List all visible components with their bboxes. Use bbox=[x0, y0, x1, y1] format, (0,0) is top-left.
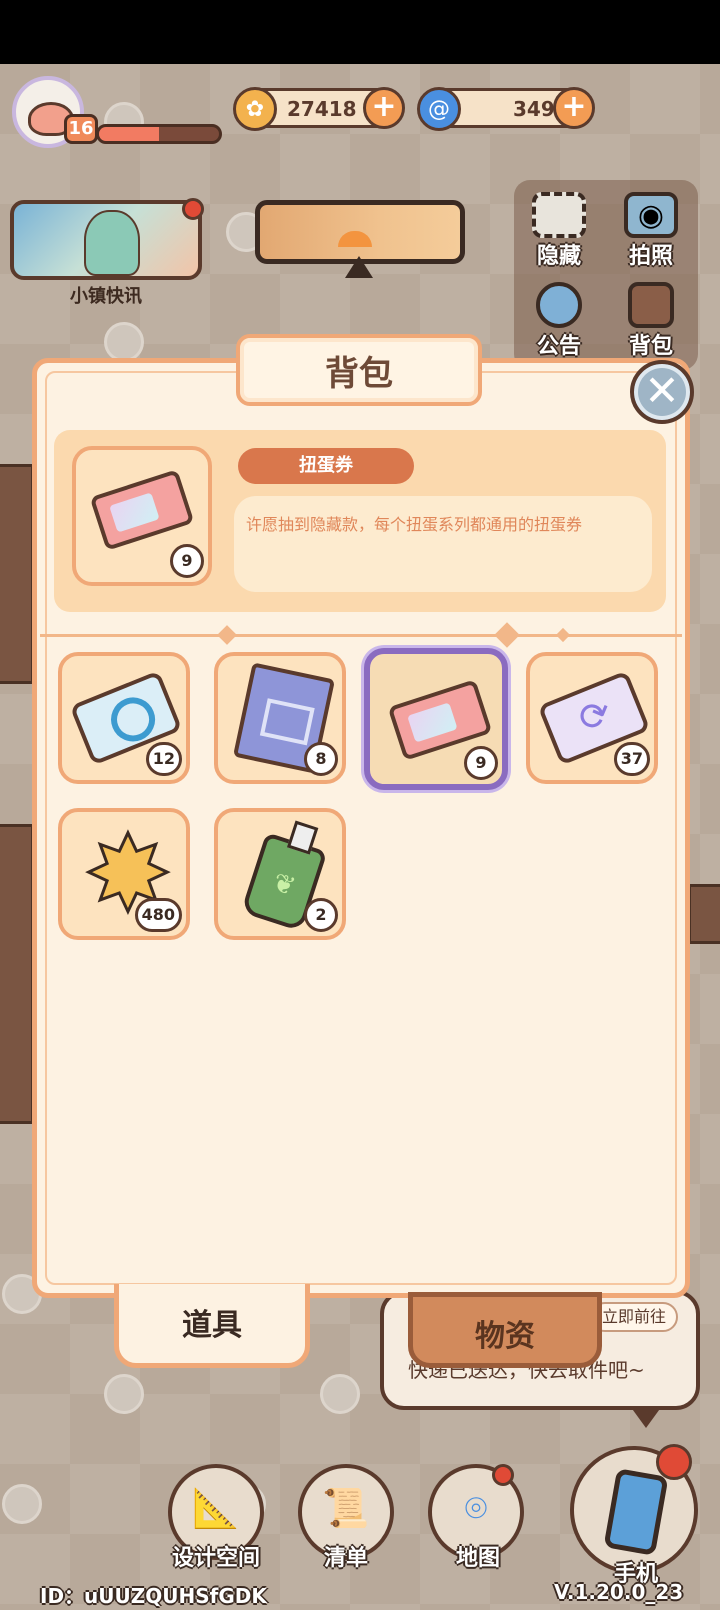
tab-materials-label: 物资 bbox=[475, 1319, 535, 1354]
frame-icon bbox=[532, 192, 586, 238]
item-detail-description: 许愿抽到隐藏款，每个扭蛋系列都通用的扭蛋券 bbox=[234, 496, 652, 592]
inventory-slot[interactable]: 8 bbox=[214, 652, 346, 784]
phone-icon bbox=[603, 1468, 669, 1556]
go-now-button[interactable]: 立即前往 bbox=[589, 1302, 678, 1332]
gacha-ticket-icon bbox=[89, 469, 195, 551]
sun-tile-decoration bbox=[2, 1484, 42, 1524]
close-button[interactable]: ✕ bbox=[630, 360, 694, 424]
item-detail-card: 9 扭蛋券 许愿抽到隐藏款，每个扭蛋系列都通用的扭蛋券 bbox=[54, 430, 666, 612]
item-detail-name: 扭蛋券 bbox=[238, 448, 414, 484]
notice-button[interactable]: 公告 bbox=[514, 276, 604, 366]
coin-icon: ✿ bbox=[233, 87, 277, 131]
building-decoration bbox=[0, 464, 34, 684]
ruler-pencil-icon: 📐 bbox=[192, 1486, 240, 1530]
tab-materials[interactable]: 物资 bbox=[408, 1292, 602, 1368]
bubble-tail bbox=[630, 1406, 662, 1428]
add-coins-button[interactable]: + bbox=[363, 87, 405, 129]
game-version: V.1.20.0_23 bbox=[554, 1580, 684, 1604]
item-detail-slot: 9 bbox=[72, 446, 212, 586]
inventory-slot[interactable]: 12 bbox=[58, 652, 190, 784]
backpack-icon bbox=[628, 282, 674, 328]
item-count: 37 bbox=[613, 742, 650, 776]
hide-ui-label: 隐藏 bbox=[536, 244, 581, 269]
notification-dot bbox=[656, 1444, 692, 1480]
experience-bar-fill bbox=[99, 127, 159, 141]
tab-items[interactable]: 道具 bbox=[114, 1284, 310, 1368]
section-divider bbox=[40, 634, 682, 637]
coin-amount: 27418 bbox=[287, 97, 357, 121]
inventory-slot[interactable]: ✸ 480 bbox=[58, 808, 190, 940]
design-space-label: 设计空间 bbox=[171, 1546, 260, 1571]
time-pointer-icon bbox=[345, 256, 373, 278]
item-count: 480 bbox=[134, 898, 182, 932]
sun-tile-decoration bbox=[104, 322, 144, 362]
time-of-day-indicator[interactable] bbox=[255, 200, 465, 264]
inventory-slot[interactable]: 2 bbox=[214, 808, 346, 940]
scroll-list-icon: 📜 bbox=[322, 1486, 370, 1530]
news-character-art bbox=[84, 210, 140, 276]
backpack-title-plate: 背包 bbox=[236, 334, 482, 406]
add-gems-button[interactable]: + bbox=[553, 87, 595, 129]
town-news-label: 小镇快讯 bbox=[70, 286, 142, 307]
inventory-slot[interactable]: 37 bbox=[526, 652, 658, 784]
gem-counter: @ 3491 + bbox=[417, 87, 595, 131]
sun-tile-decoration bbox=[320, 1374, 360, 1414]
sunset-icon bbox=[338, 231, 372, 247]
map-label: 地图 bbox=[455, 1546, 500, 1571]
notification-dot bbox=[182, 198, 204, 220]
item-count: 12 bbox=[145, 742, 182, 776]
hide-ui-button[interactable]: 隐藏 bbox=[514, 186, 604, 276]
inventory-slot-selected[interactable]: 9 bbox=[364, 648, 508, 790]
photo-button[interactable]: ◉ 拍照 bbox=[606, 186, 696, 276]
level-badge: 16 bbox=[64, 114, 98, 144]
coin-counter: ✿ 27418 + bbox=[233, 87, 405, 131]
side-menu: 隐藏 ◉ 拍照 公告 背包 bbox=[514, 180, 698, 370]
backpack-label: 背包 bbox=[628, 334, 673, 359]
experience-bar bbox=[96, 124, 222, 144]
camera-icon: ◉ bbox=[624, 192, 678, 238]
notification-dot bbox=[492, 1464, 514, 1486]
player-id: ID：uUUZQUHSfGDK bbox=[40, 1584, 267, 1608]
tab-items-label: 道具 bbox=[182, 1308, 242, 1343]
item-count: 8 bbox=[304, 742, 338, 776]
item-detail-count: 9 bbox=[170, 544, 204, 578]
building-decoration bbox=[0, 824, 34, 1124]
list-label: 清单 bbox=[323, 1546, 368, 1571]
megaphone-icon bbox=[536, 282, 582, 328]
backpack-title: 背包 bbox=[325, 354, 393, 394]
building-decoration bbox=[688, 884, 720, 944]
status-bar bbox=[0, 0, 720, 64]
spiral-gem-icon: @ bbox=[417, 87, 461, 131]
photo-label: 拍照 bbox=[628, 244, 673, 269]
close-icon: ✕ bbox=[644, 366, 680, 415]
item-count: 9 bbox=[464, 746, 498, 780]
town-news-banner[interactable] bbox=[10, 200, 202, 280]
notice-label: 公告 bbox=[536, 334, 581, 359]
sun-tile-decoration bbox=[104, 1374, 144, 1414]
item-count: 2 bbox=[304, 898, 338, 932]
backpack-button[interactable]: 背包 bbox=[606, 276, 696, 366]
